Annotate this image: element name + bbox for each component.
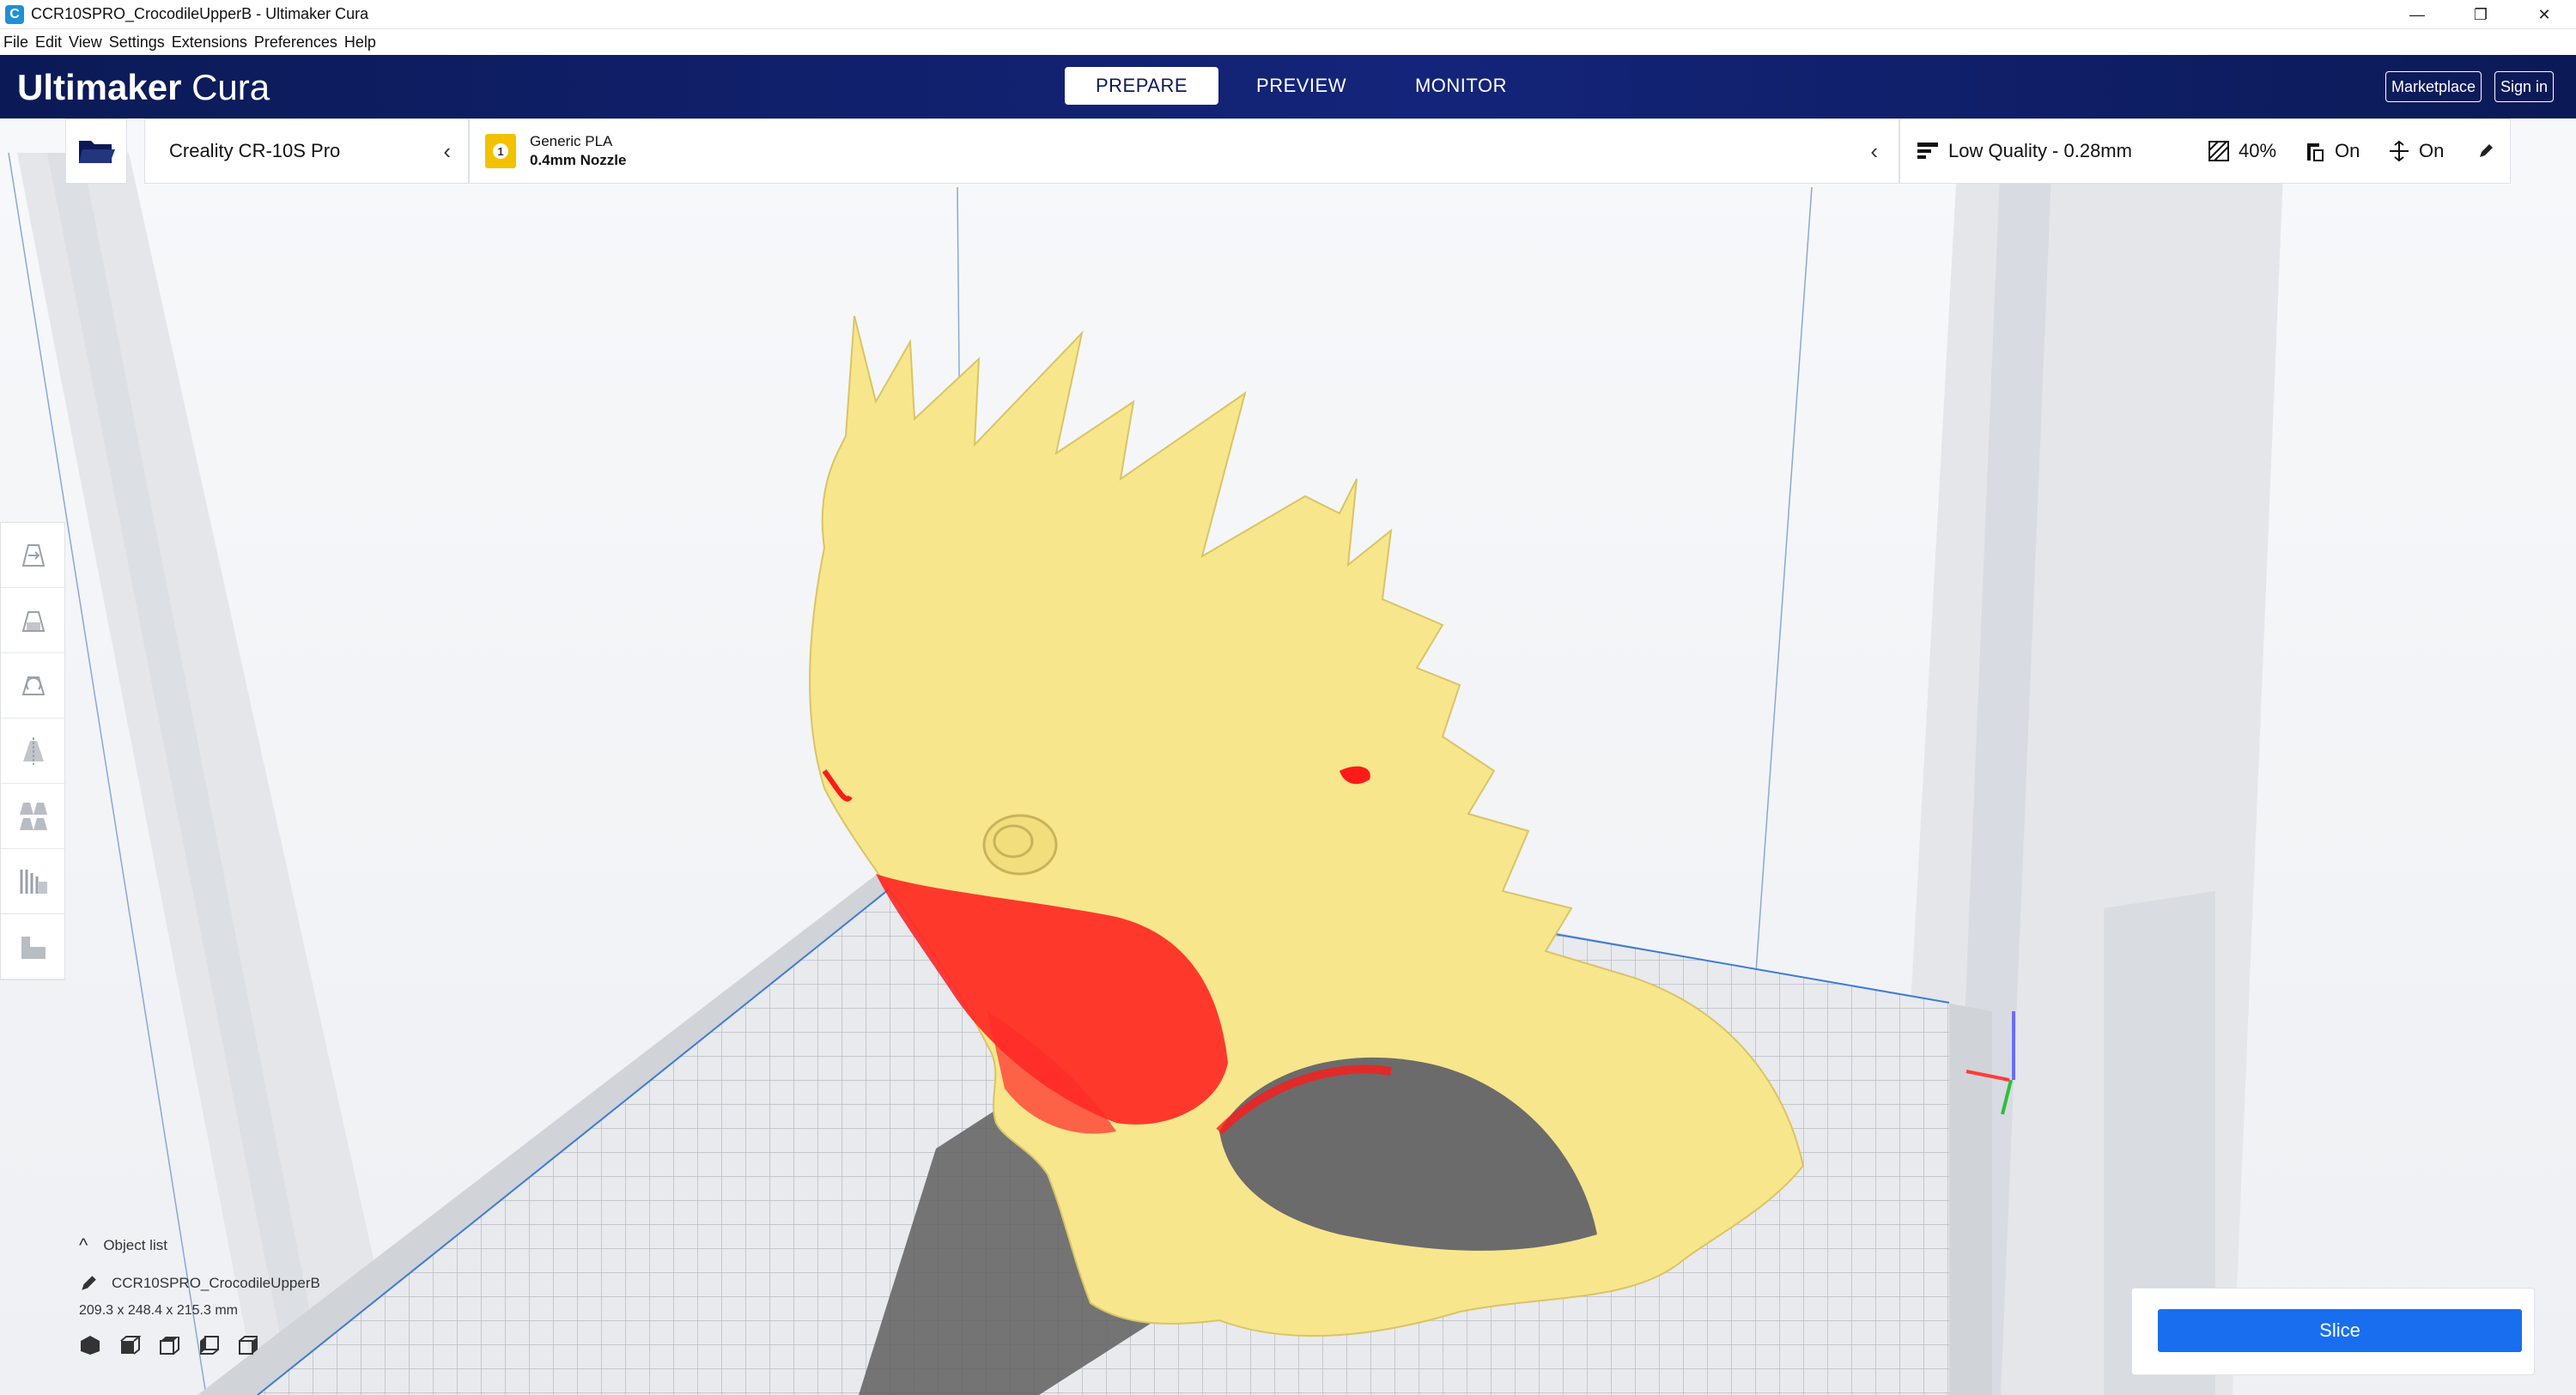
- chevron-left-icon: ‹: [443, 137, 451, 164]
- mirror-tool[interactable]: [1, 719, 66, 784]
- restore-button[interactable]: ❐: [2449, 0, 2512, 29]
- adhesion-setting: On: [2388, 140, 2444, 162]
- tab-prepare[interactable]: PREPARE: [1065, 67, 1219, 105]
- quality-profile-label: Low Quality - 0.28mm: [1948, 140, 2132, 161]
- object-name-row[interactable]: CCR10SPRO_CrocodileUpperB: [79, 1274, 526, 1293]
- material-selector[interactable]: 1 Generic PLA 0.4mm Nozzle ‹: [469, 118, 1899, 184]
- open-file-button[interactable]: [65, 118, 127, 184]
- chevron-up-icon: ^: [79, 1234, 88, 1256]
- folder-icon: [79, 141, 115, 163]
- quality-profile: Low Quality - 0.28mm: [1917, 140, 2132, 162]
- object-dimensions: 209.3 x 248.4 x 215.3 mm: [79, 1303, 238, 1318]
- sign-in-button[interactable]: Sign in: [2494, 71, 2555, 102]
- window-title: CCR10SPRO_CrocodileUpperB - Ultimaker Cu…: [31, 5, 369, 22]
- view-front-button[interactable]: [118, 1334, 142, 1361]
- tool-bar: [0, 522, 66, 980]
- window-controls: — ❐ ✕: [2385, 0, 2576, 29]
- cube-front-icon: [120, 1336, 142, 1355]
- per-model-settings-tool[interactable]: [1, 784, 66, 849]
- mirror-icon: [23, 737, 44, 765]
- support-value: On: [2335, 140, 2360, 161]
- chevron-left-icon: ‹: [1870, 137, 1878, 164]
- extruder-badge: 1: [485, 134, 516, 168]
- per-model-settings-icon: [20, 802, 47, 830]
- cube-left-icon: [200, 1336, 219, 1355]
- menu-view[interactable]: View: [69, 33, 102, 52]
- brand-product: Cura: [191, 67, 270, 107]
- rotate-icon: [21, 676, 46, 695]
- move-icon: [21, 543, 46, 567]
- window-titlebar: C CCR10SPRO_CrocodileUpperB - Ultimaker …: [0, 0, 2576, 29]
- close-button[interactable]: ✕: [2512, 0, 2576, 29]
- adhesion-icon: [2390, 140, 2409, 162]
- rotate-tool[interactable]: [1, 653, 66, 719]
- brand-name: Ultimaker: [17, 67, 182, 107]
- frame-left-rail: [47, 153, 326, 1395]
- support-icon: [2307, 143, 2324, 161]
- stage-tabs: PREPARE PREVIEW MONITOR: [1065, 67, 1545, 105]
- view-left-button[interactable]: [197, 1334, 220, 1361]
- lay-flat-tool[interactable]: [1, 914, 66, 980]
- nozzle-size: 0.4mm Nozzle: [530, 152, 627, 168]
- cube-right-icon: [239, 1336, 258, 1355]
- tab-monitor[interactable]: MONITOR: [1384, 67, 1538, 105]
- scale-icon: [21, 610, 46, 632]
- action-panel: Slice: [2131, 1288, 2535, 1375]
- object-list-label: Object list: [103, 1237, 167, 1253]
- menu-edit[interactable]: Edit: [35, 33, 62, 52]
- frame-left-upright: [17, 153, 404, 1395]
- printer-name: Creality CR-10S Pro: [169, 140, 341, 161]
- menubar: File Edit View Settings Extensions Prefe…: [0, 29, 2576, 55]
- viewport-3d[interactable]: [0, 118, 2576, 1395]
- support-blocker-tool[interactable]: [1, 849, 66, 914]
- adhesion-value: On: [2419, 140, 2445, 161]
- lay-flat-icon: [21, 936, 46, 959]
- menu-help[interactable]: Help: [344, 33, 376, 52]
- support-setting: On: [2304, 140, 2360, 162]
- brand-logo: Ultimaker Cura: [17, 67, 270, 108]
- infill-value: 40%: [2239, 140, 2277, 161]
- infill-icon: [2208, 141, 2229, 161]
- print-settings-selector[interactable]: Low Quality - 0.28mm 40% On On: [1899, 118, 2511, 184]
- menu-preferences[interactable]: Preferences: [254, 33, 337, 52]
- menu-file[interactable]: File: [3, 33, 28, 52]
- edit-settings-button[interactable]: [2477, 143, 2494, 160]
- app-header: Ultimaker Cura PREPARE PREVIEW MONITOR M…: [0, 55, 2576, 118]
- marketplace-button[interactable]: Marketplace: [2385, 71, 2482, 102]
- infill-setting: 40%: [2208, 140, 2276, 162]
- view-3d-button[interactable]: [79, 1334, 101, 1361]
- menu-settings[interactable]: Settings: [109, 33, 165, 52]
- object-name: CCR10SPRO_CrocodileUpperB: [112, 1275, 320, 1291]
- menu-extensions[interactable]: Extensions: [172, 33, 247, 52]
- pencil-icon: [2480, 144, 2493, 157]
- extruder-number: 1: [493, 143, 508, 159]
- cura-app-icon: C: [5, 4, 24, 24]
- cube-3d-icon: [81, 1336, 100, 1355]
- view-orientation-buttons: [79, 1334, 526, 1361]
- scale-tool[interactable]: [1, 588, 66, 653]
- layer-height-icon: [1917, 143, 1938, 159]
- view-top-button[interactable]: [158, 1334, 180, 1361]
- move-tool[interactable]: [1, 523, 66, 588]
- tab-preview[interactable]: PREVIEW: [1225, 67, 1377, 105]
- material-name: Generic PLA: [530, 133, 613, 149]
- slice-button[interactable]: Slice: [2158, 1309, 2522, 1352]
- object-info-panel: ^ Object list CCR10SPRO_CrocodileUpperB …: [79, 1234, 526, 1380]
- object-list-toggle[interactable]: ^ Object list: [79, 1234, 526, 1257]
- pencil-icon: [82, 1276, 96, 1290]
- support-blocker-icon: [20, 869, 47, 894]
- cube-top-icon: [160, 1337, 179, 1355]
- scene-svg: [8, 152, 2284, 1395]
- view-right-button[interactable]: [237, 1334, 259, 1361]
- material-info: Generic PLA 0.4mm Nozzle: [530, 133, 626, 169]
- printer-selector[interactable]: Creality CR-10S Pro ‹: [144, 118, 469, 184]
- minimize-button[interactable]: —: [2385, 0, 2449, 29]
